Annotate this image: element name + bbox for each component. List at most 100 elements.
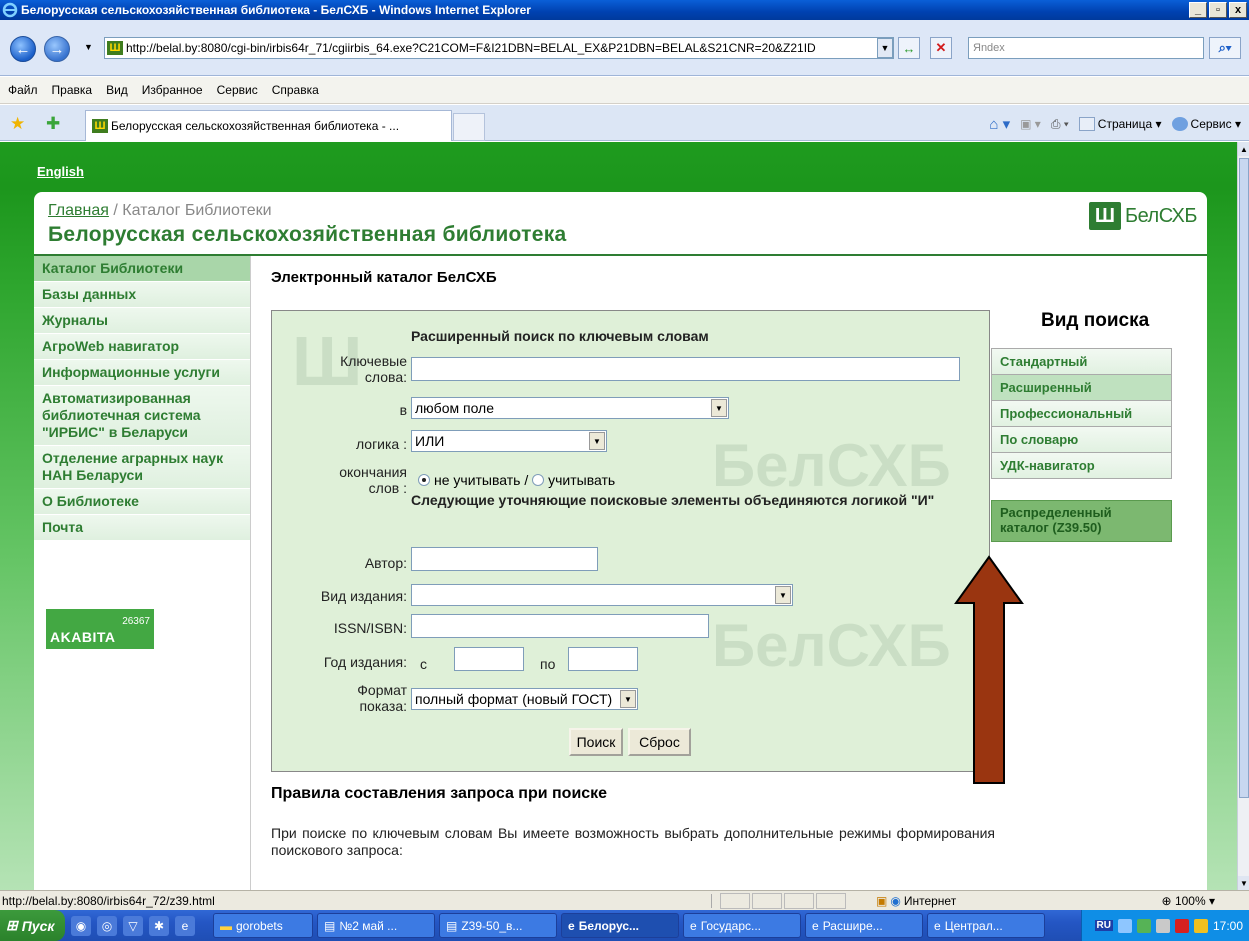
quicklaunch-ie-icon[interactable]: e	[175, 915, 195, 936]
sidebar-nav: Каталог Библиотеки Базы данных Журналы А…	[34, 256, 251, 890]
english-link[interactable]: English	[37, 164, 84, 179]
status-bar: http://belal.by:8080/irbis64r_72/z39.htm…	[0, 890, 1249, 910]
search-button[interactable]: Поиск	[569, 728, 623, 756]
search-input[interactable]: Яndex	[968, 37, 1204, 59]
sidebar-item-agroweb[interactable]: АгроWeb навигатор	[34, 334, 250, 360]
scroll-up-icon[interactable]: ▲	[1238, 142, 1249, 156]
tray-app-icon[interactable]	[1136, 918, 1151, 933]
sidebar-item-catalog[interactable]: Каталог Библиотеки	[34, 256, 250, 282]
sidebar-item-journals[interactable]: Журналы	[34, 308, 250, 334]
quicklaunch-icon[interactable]: ▽	[123, 915, 143, 936]
search-type-professional[interactable]: Профессиональный	[992, 401, 1171, 427]
tray-app-icon[interactable]	[1155, 918, 1170, 933]
reset-button[interactable]: Сброс	[628, 728, 691, 756]
scroll-thumb[interactable]	[1239, 158, 1249, 798]
taskbar-item[interactable]: ▬ gorobets	[213, 913, 313, 938]
search-type-udc[interactable]: УДК-навигатор	[992, 453, 1171, 479]
feeds-icon[interactable]: ▣ ▾	[1020, 117, 1041, 131]
windows-taskbar: ⊞ Пуск ◉ ◎ ▽ ✱ e ▬ gorobets ▤ №2 май ... ▤ Z…	[0, 910, 1249, 941]
page-menu[interactable]: Страница ▾	[1078, 117, 1162, 132]
stop-icon[interactable]: ✕	[930, 37, 952, 59]
akavita-counter[interactable]: 26367 AKABITA	[46, 609, 154, 649]
scroll-down-icon[interactable]: ▼	[1238, 876, 1249, 890]
address-field[interactable]: Ш http://belal.by:8080/cgi-bin/irbis64r_…	[104, 37, 894, 59]
search-type-standard[interactable]: Стандартный	[992, 349, 1171, 375]
sidebar-item-info-services[interactable]: Информационные услуги	[34, 360, 250, 386]
logic-select[interactable]: ИЛИ ▼	[411, 430, 607, 452]
menu-help[interactable]: Справка	[272, 83, 319, 97]
breadcrumb-home-link[interactable]: Главная	[48, 202, 109, 219]
form-title: Расширенный поиск по ключевым словам	[411, 328, 709, 344]
quicklaunch-icon[interactable]: ✱	[149, 915, 169, 936]
search-type-extended[interactable]: Расширенный	[992, 375, 1171, 401]
year-to-input[interactable]	[568, 647, 638, 671]
antivirus-icon[interactable]	[1174, 918, 1189, 933]
site-title: Белорусская сельскохозяйственная библиот…	[48, 223, 567, 246]
tools-menu[interactable]: Сервис ▾	[1171, 117, 1241, 132]
address-dropdown-icon[interactable]: ▼	[877, 38, 893, 58]
year-from-input[interactable]	[454, 647, 524, 671]
quicklaunch-icon[interactable]: ◉	[71, 915, 91, 936]
refresh-icon[interactable]: ↔	[898, 37, 920, 59]
taskbar-item[interactable]: e Централ...	[927, 913, 1045, 938]
field-select[interactable]: любом поле ▼	[411, 397, 729, 419]
search-icon[interactable]: ⌕▾	[1209, 37, 1241, 59]
back-button[interactable]: ←	[10, 36, 36, 62]
isbn-input[interactable]	[411, 614, 709, 638]
author-input[interactable]	[411, 547, 598, 571]
menu-edit[interactable]: Правка	[52, 83, 93, 97]
close-button[interactable]: x	[1229, 2, 1247, 18]
endings-radio-ignore[interactable]	[418, 474, 430, 486]
taskbar-item[interactable]: e Государс...	[683, 913, 801, 938]
zoom-control[interactable]: ⊕ 100% ▾	[1162, 894, 1215, 908]
field-select-value: любом поле	[415, 400, 495, 416]
chevron-down-icon: ▼	[775, 586, 791, 604]
ie-icon: e	[812, 918, 819, 933]
tray-app-icon[interactable]	[1193, 918, 1208, 933]
catalog-heading: Электронный каталог БелСХБ	[271, 269, 497, 286]
forward-button[interactable]: →	[44, 36, 70, 62]
sidebar-item-databases[interactable]: Базы данных	[34, 282, 250, 308]
taskbar-item[interactable]: ▤ №2 май ...	[317, 913, 435, 938]
format-select[interactable]: полный формат (новый ГОСТ) ▼	[411, 688, 638, 710]
network-icon[interactable]	[1117, 918, 1132, 933]
search-type-dictionary[interactable]: По словарю	[992, 427, 1171, 453]
search-type-list: Стандартный Расширенный Профессиональный…	[991, 348, 1172, 479]
menu-tools[interactable]: Сервис	[217, 83, 258, 97]
site-logo[interactable]: Ш БелСХБ	[1088, 202, 1198, 230]
distributed-catalog-link[interactable]: Распределенный каталог (Z39.50)	[991, 500, 1172, 542]
sidebar-item-irbis[interactable]: Автоматизированная библиотечная система …	[34, 386, 250, 446]
browser-tab-active[interactable]: Ш Белорусская сельскохозяйственная библи…	[85, 110, 452, 141]
taskbar-item[interactable]: e Расшире...	[805, 913, 923, 938]
new-tab-button[interactable]	[453, 113, 485, 141]
maximize-button[interactable]: ▫	[1209, 2, 1227, 18]
add-favorite-icon[interactable]: ✚	[46, 114, 60, 134]
pub-type-select[interactable]: ▼	[411, 584, 793, 606]
home-icon[interactable]: ⌂ ▾	[989, 115, 1010, 133]
chevron-down-icon: ▼	[589, 432, 605, 450]
language-indicator[interactable]: RU	[1094, 920, 1113, 931]
start-label: Пуск	[21, 917, 55, 934]
print-icon[interactable]: ⎙ ▾	[1051, 117, 1069, 132]
and-logic-note: Следующие уточняющие поисковые элементы …	[411, 492, 935, 508]
menu-favorites[interactable]: Избранное	[142, 83, 203, 97]
sidebar-item-mail[interactable]: Почта	[34, 515, 250, 541]
minimize-button[interactable]: _	[1189, 2, 1207, 18]
start-button[interactable]: ⊞ Пуск	[0, 910, 65, 941]
taskbar-item[interactable]: ▤ Z39-50_в...	[439, 913, 557, 938]
endings-radio-consider[interactable]	[532, 474, 545, 486]
sidebar-item-about[interactable]: О Библиотеке	[34, 489, 250, 515]
security-zone[interactable]: ▣ ◉ Интернет	[876, 894, 956, 908]
vertical-scrollbar[interactable]: ▲ ▼	[1237, 142, 1249, 890]
endings-opt1-label: не учитывать /	[434, 472, 529, 488]
tab-title: Белорусская сельскохозяйственная библиот…	[111, 119, 400, 133]
history-dropdown-icon[interactable]: ▼	[84, 42, 93, 52]
keywords-input[interactable]	[411, 357, 960, 381]
menu-view[interactable]: Вид	[106, 83, 128, 97]
favorites-star-icon[interactable]: ★	[10, 114, 25, 134]
menu-file[interactable]: Файл	[8, 83, 38, 97]
sidebar-item-agrarian-dept[interactable]: Отделение аграрных наук НАН Беларуси	[34, 446, 250, 489]
quicklaunch-icon[interactable]: ◎	[97, 915, 117, 936]
breadcrumb-current: Каталог Библиотеки	[122, 202, 272, 219]
taskbar-item-active[interactable]: e Белорус...	[561, 913, 679, 938]
